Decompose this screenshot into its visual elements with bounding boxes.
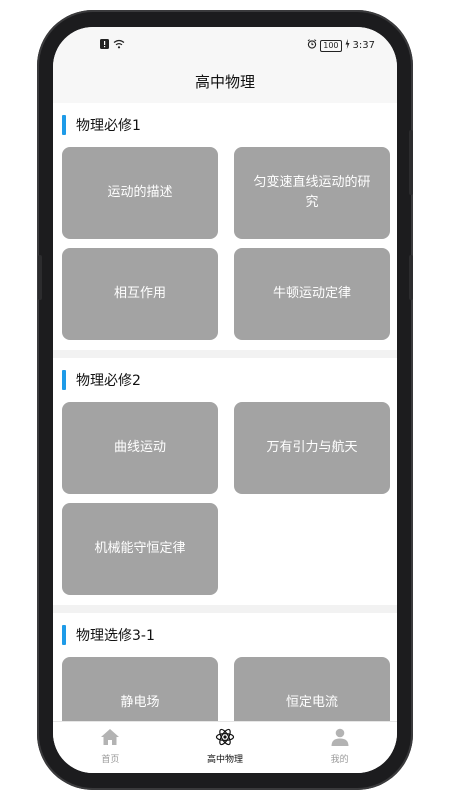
chapter-card[interactable]: 机械能守恒定律 [62, 503, 218, 595]
person-icon [330, 728, 350, 750]
nav-home[interactable]: 首页 [60, 722, 160, 765]
status-left [100, 39, 125, 52]
section-header: 物理必修2 [53, 366, 397, 394]
section-compulsory-1: 物理必修1 运动的描述 匀变速直线运动的研究 相互作用 牛顿运动定律 [53, 103, 397, 350]
power-button [409, 130, 413, 195]
section-title: 物理选修3-1 [76, 628, 155, 644]
section-header: 物理必修1 [53, 111, 397, 139]
section-accent-bar [62, 370, 66, 390]
chapter-card[interactable]: 曲线运动 [62, 402, 218, 494]
section-compulsory-2: 物理必修2 曲线运动 万有引力与航天 机械能守恒定律 [53, 358, 397, 605]
nav-profile[interactable]: 我的 [290, 722, 390, 765]
battery-indicator: 100 [320, 39, 342, 52]
section-title: 物理必修1 [76, 118, 141, 134]
chapter-card[interactable]: 静电场 [62, 657, 218, 721]
bottom-nav: 首页 高中物理 我的 [53, 721, 397, 773]
chapter-grid: 静电场 恒定电流 [53, 657, 397, 721]
chapter-card[interactable]: 万有引力与航天 [234, 402, 390, 494]
section-elective-3-1: 物理选修3-1 静电场 恒定电流 [53, 613, 397, 721]
section-accent-bar [62, 115, 66, 135]
status-right: 100 3:37 [307, 39, 375, 52]
atom-icon [215, 728, 235, 750]
clock-time: 3:37 [352, 40, 375, 51]
home-icon [100, 728, 120, 750]
alarm-icon [307, 39, 317, 52]
section-title: 物理必修2 [76, 373, 141, 389]
nav-label: 首页 [101, 755, 120, 765]
side-button [409, 255, 413, 300]
content-scroll[interactable]: 物理必修1 运动的描述 匀变速直线运动的研究 相互作用 牛顿运动定律 物理必修2… [53, 103, 397, 721]
chapter-grid: 曲线运动 万有引力与航天 机械能守恒定律 [53, 402, 397, 595]
section-header: 物理选修3-1 [53, 621, 397, 649]
screen: 100 3:37 高中物理 物理必修1 运动的描述 匀变速直线运动的研究 相互作… [53, 27, 397, 773]
notification-icon [100, 39, 109, 52]
status-bar: 100 3:37 [53, 27, 397, 67]
chapter-card[interactable]: 相互作用 [62, 248, 218, 340]
volume-button [38, 255, 42, 300]
chapter-grid: 运动的描述 匀变速直线运动的研究 相互作用 牛顿运动定律 [53, 147, 397, 340]
section-accent-bar [62, 625, 66, 645]
chapter-card[interactable]: 匀变速直线运动的研究 [234, 147, 390, 239]
nav-physics[interactable]: 高中物理 [175, 722, 275, 765]
nav-label: 我的 [330, 755, 349, 765]
chapter-card[interactable]: 恒定电流 [234, 657, 390, 721]
page-title: 高中物理 [53, 67, 397, 103]
chapter-card[interactable]: 运动的描述 [62, 147, 218, 239]
wifi-icon [113, 39, 125, 52]
nav-label: 高中物理 [206, 755, 243, 765]
chapter-card[interactable]: 牛顿运动定律 [234, 248, 390, 340]
charging-icon [345, 39, 350, 52]
